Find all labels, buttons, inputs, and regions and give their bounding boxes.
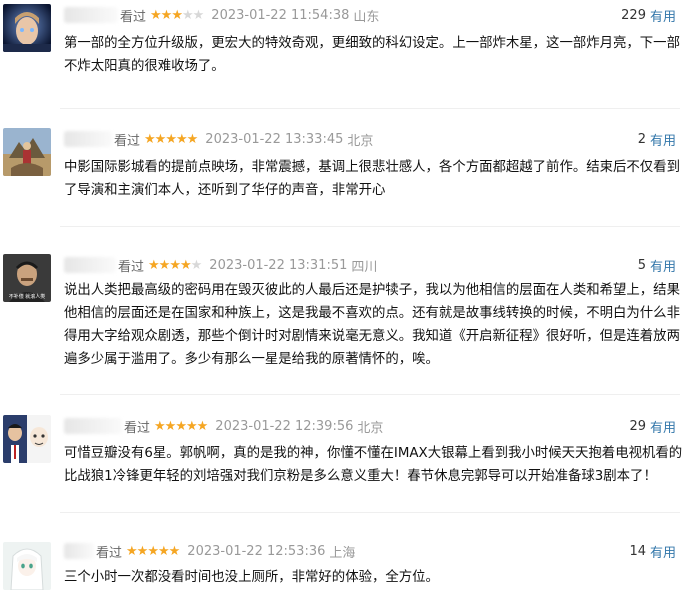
- vote-useful[interactable]: 2 有用: [637, 130, 676, 149]
- review-list: 看过 ★★★★★ 2023-01-22 11:54:38 山东 229 有用 第…: [0, 0, 696, 604]
- useful-link[interactable]: 有用: [650, 6, 676, 25]
- vote-count: 229: [621, 7, 646, 23]
- vote-useful[interactable]: 29 有用: [629, 417, 676, 436]
- review-text: 说出人类把最高级的密码用在毁灭彼此的人最后还是护犊子，我以为他相信的层面在人类和…: [64, 283, 680, 367]
- watch-status: 看过: [118, 259, 145, 275]
- review-text: 第一部的全方位升级版，更宏大的特效奇观，更细致的科幻设定。上一部炸木星，这一部炸…: [64, 36, 680, 74]
- avatar[interactable]: 不补偿 就滚人类: [3, 254, 51, 302]
- vote-count: 2: [637, 131, 646, 147]
- divider: [60, 108, 680, 109]
- watch-status: 看过: [120, 9, 147, 25]
- rating-stars: ★★★★★: [148, 257, 202, 273]
- review-location: 上海: [329, 545, 356, 561]
- username-blurred[interactable]: [64, 7, 118, 23]
- vote-count: 14: [629, 543, 646, 559]
- review-meta: 看过 ★★★★★ 2023-01-22 13:33:45 北京: [64, 130, 374, 149]
- username-blurred[interactable]: [64, 131, 112, 147]
- divider: [60, 394, 680, 395]
- avatar[interactable]: [3, 4, 51, 52]
- review-time: 2023-01-22 13:31:51: [209, 257, 348, 273]
- rating-stars: ★★★★★: [154, 418, 208, 434]
- review-time: 2023-01-22 13:33:45: [205, 131, 344, 147]
- review-text: 中影国际影城看的提前点映场，非常震撼，基调上很悲壮感人，各个方面都超越了前作。结…: [64, 160, 680, 198]
- review-meta: 看过 ★★★★★ 2023-01-22 11:54:38 山东: [64, 6, 380, 25]
- username-blurred[interactable]: [64, 418, 122, 434]
- review-text: 可惜豆瓣没有6星。郭帆啊，真的是我的神，你懂不懂在IMAX大银幕上看到我小时候天…: [64, 446, 683, 484]
- avatar[interactable]: [3, 542, 51, 590]
- review-text: 三个小时一次都没看时间也没上厕所，非常好的体验，全方位。: [64, 570, 439, 585]
- divider: [60, 226, 680, 227]
- review-location: 山东: [353, 9, 380, 25]
- username-blurred[interactable]: [64, 543, 94, 559]
- divider: [60, 512, 680, 513]
- review-location: 北京: [357, 420, 384, 436]
- vote-useful[interactable]: 229 有用: [621, 6, 676, 25]
- rating-stars: ★★★★★: [144, 131, 198, 147]
- rating-stars: ★★★★★: [126, 543, 180, 559]
- review-time: 2023-01-22 11:54:38: [211, 7, 350, 23]
- watch-status: 看过: [124, 420, 151, 436]
- review-location: 四川: [351, 259, 378, 275]
- review-time: 2023-01-22 12:53:36: [187, 543, 326, 559]
- vote-count: 5: [637, 257, 646, 273]
- rating-stars: ★★★★★: [150, 7, 204, 23]
- avatar[interactable]: [3, 415, 51, 463]
- useful-link[interactable]: 有用: [650, 130, 676, 149]
- watch-status: 看过: [114, 133, 141, 149]
- vote-useful[interactable]: 14 有用: [629, 542, 676, 561]
- avatar[interactable]: [3, 128, 51, 176]
- watch-status: 看过: [96, 545, 123, 561]
- vote-count: 29: [629, 418, 646, 434]
- review-meta: 看过 ★★★★★ 2023-01-22 12:39:56 北京: [64, 417, 384, 436]
- review-time: 2023-01-22 12:39:56: [215, 418, 354, 434]
- useful-link[interactable]: 有用: [650, 417, 676, 436]
- review-meta: 看过 ★★★★★ 2023-01-22 12:53:36 上海: [64, 542, 356, 561]
- review-location: 北京: [347, 133, 374, 149]
- useful-link[interactable]: 有用: [650, 542, 676, 561]
- review-meta: 看过 ★★★★★ 2023-01-22 13:31:51 四川: [64, 256, 378, 275]
- vote-useful[interactable]: 5 有用: [637, 256, 676, 275]
- avatar-caption: 不补偿 就滚人类: [9, 293, 46, 300]
- username-blurred[interactable]: [64, 257, 116, 273]
- useful-link[interactable]: 有用: [650, 256, 676, 275]
